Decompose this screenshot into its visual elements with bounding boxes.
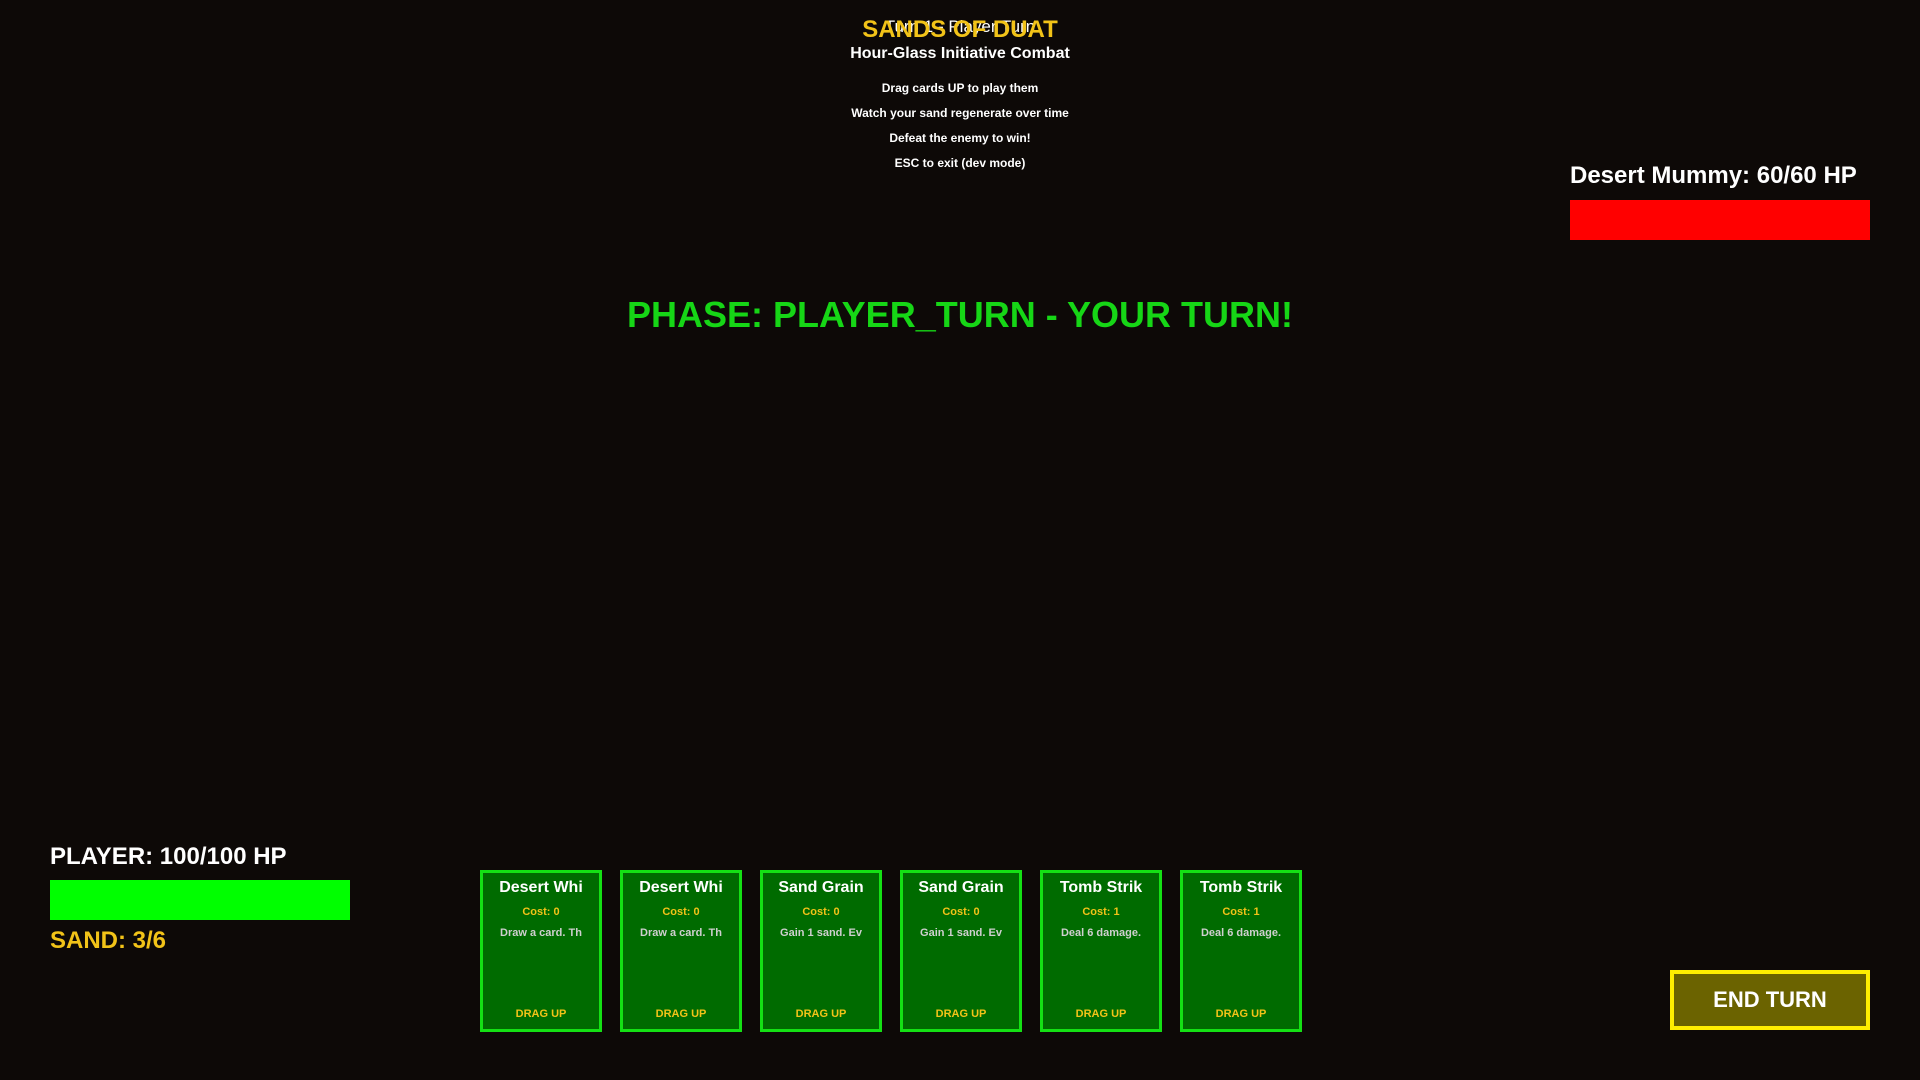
card-name: Tomb Strik	[1059, 879, 1143, 896]
card-description: Draw a card. Th	[640, 927, 722, 939]
card-desert-whirlwind[interactable]: Desert Whi Cost: 0 Draw a card. Th DRAG …	[620, 870, 742, 1032]
instruction-line: Watch your sand regenerate over time	[851, 106, 1069, 120]
card-tomb-strike[interactable]: Tomb Strik Cost: 1 Deal 6 damage. DRAG U…	[1040, 870, 1162, 1032]
enemy-hp-bar	[1570, 200, 1870, 240]
card-name: Tomb Strik	[1199, 879, 1283, 896]
card-desert-whirlwind[interactable]: Desert Whi Cost: 0 Draw a card. Th DRAG …	[480, 870, 602, 1032]
card-cost: Cost: 1	[1222, 906, 1260, 918]
sand-counter: SAND: 3/6	[50, 927, 167, 954]
card-description: Gain 1 sand. Ev	[780, 927, 862, 939]
end-turn-button[interactable]: END TURN	[1670, 970, 1870, 1030]
card-drag-hint: DRAG UP	[515, 1008, 567, 1020]
player-hp-bar	[50, 880, 350, 920]
card-name: Sand Grain	[918, 879, 1004, 896]
card-drag-hint: DRAG UP	[935, 1008, 987, 1020]
card-sand-grain[interactable]: Sand Grain Cost: 0 Gain 1 sand. Ev DRAG …	[900, 870, 1022, 1032]
card-description: Deal 6 damage.	[1200, 927, 1282, 939]
card-cost: Cost: 0	[802, 906, 840, 918]
game-screen: Turn 1 - Player Turn SANDS OF DUAT Hour-…	[0, 0, 1920, 1080]
card-cost: Cost: 1	[1082, 906, 1120, 918]
card-cost: Cost: 0	[942, 906, 980, 918]
card-drag-hint: DRAG UP	[1215, 1008, 1267, 1020]
instruction-line: Defeat the enemy to win!	[889, 131, 1031, 145]
instruction-line: Drag cards UP to play them	[881, 81, 1039, 95]
card-drag-hint: DRAG UP	[1075, 1008, 1127, 1020]
card-description: Draw a card. Th	[500, 927, 582, 939]
card-drag-hint: DRAG UP	[655, 1008, 707, 1020]
card-drag-hint: DRAG UP	[795, 1008, 847, 1020]
player-hp-bar-fill	[50, 880, 350, 920]
player-hp-label: PLAYER: 100/100 HP	[50, 843, 287, 870]
card-name: Desert Whi	[639, 879, 723, 896]
card-cost: Cost: 0	[522, 906, 560, 918]
card-description: Deal 6 damage.	[1060, 927, 1142, 939]
card-name: Desert Whi	[499, 879, 583, 896]
card-description: Gain 1 sand. Ev	[920, 927, 1002, 939]
card-cost: Cost: 0	[662, 906, 700, 918]
enemy-hp-bar-fill	[1570, 200, 1870, 240]
card-name: Sand Grain	[778, 879, 864, 896]
game-title: SANDS OF DUAT	[862, 16, 1058, 43]
card-tomb-strike[interactable]: Tomb Strik Cost: 1 Deal 6 damage. DRAG U…	[1180, 870, 1302, 1032]
game-subtitle: Hour-Glass Initiative Combat	[850, 45, 1070, 62]
enemy-hp-label: Desert Mummy: 60/60 HP	[1570, 162, 1857, 189]
card-sand-grain[interactable]: Sand Grain Cost: 0 Gain 1 sand. Ev DRAG …	[760, 870, 882, 1032]
phase-banner: PHASE: PLAYER_TURN - YOUR TURN!	[626, 294, 1294, 335]
